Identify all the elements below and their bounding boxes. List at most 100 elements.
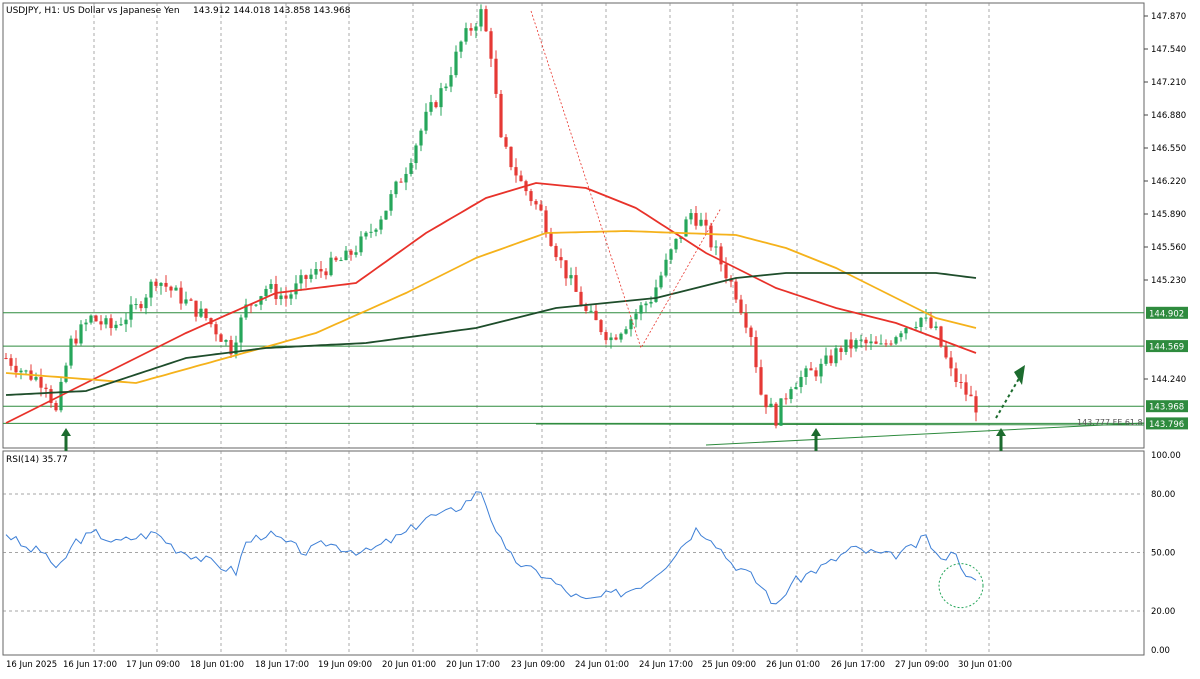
candle-bear: [874, 341, 878, 344]
candle-bull: [634, 313, 638, 320]
candle-bear: [334, 257, 338, 261]
candle-bull: [24, 370, 28, 372]
candle-bull: [384, 210, 388, 220]
candle-bull: [359, 236, 363, 253]
y-tick-label: 145.230: [1151, 276, 1186, 286]
candle-bear: [694, 213, 698, 226]
candle-bull: [804, 368, 808, 377]
y-tick-label: 146.220: [1151, 177, 1186, 187]
candle-bull: [339, 260, 343, 262]
price-axis: 147.870 147.540 147.210 146.880 146.550 146.2…: [1144, 12, 1186, 385]
candle-bear: [734, 281, 738, 300]
candle-bear: [189, 299, 193, 301]
rsi-tick-label: 50.00: [1151, 549, 1175, 559]
candle-bull: [639, 305, 643, 314]
x-tick-label: 27 Jun 09:00: [895, 660, 949, 670]
candle-bull: [379, 219, 383, 230]
candle-bear: [744, 312, 748, 328]
candle-bear: [39, 377, 43, 388]
candle-bear: [539, 204, 543, 211]
candle-bull: [114, 324, 118, 329]
candle-bull: [669, 249, 673, 260]
candle-bull: [429, 102, 433, 112]
candle-bull: [619, 333, 623, 340]
candle-bear: [349, 250, 353, 255]
candle-bear: [959, 381, 963, 383]
candle-bull: [569, 275, 573, 279]
main-pane-frame: [2, 2, 1145, 449]
candle-bull: [859, 339, 863, 341]
rsi-axis: 100.00 80.00 50.00 20.00 0.00: [1151, 451, 1181, 656]
candle-bear: [399, 181, 403, 183]
candle-bear: [939, 326, 943, 347]
time-axis: 16 Jun 2025 16 Jun 17:00 17 Jun 09:00 18 Ju…: [6, 660, 1012, 670]
candle-bear: [99, 321, 103, 325]
candle-bear: [109, 318, 113, 329]
candle-bull: [844, 339, 848, 353]
candle-bear: [514, 167, 518, 176]
candle-bull: [449, 75, 453, 87]
chart-svg: 147.870 147.540 147.210 146.880 146.550 146.2…: [2, 2, 1188, 670]
candle-bear: [509, 146, 513, 168]
candle-bear: [529, 191, 533, 202]
x-tick-label: 19 Jun 09:00: [318, 660, 372, 670]
candle-bull: [314, 268, 318, 275]
candle-bull: [879, 343, 883, 345]
candle-bear: [949, 357, 953, 369]
candle-bull: [609, 337, 613, 341]
candle-bull: [279, 295, 283, 300]
rsi-pane-frame: [2, 450, 1145, 656]
candle-bear: [614, 337, 618, 340]
level-tags: 144.902 144.569 143.968 143.796: [1146, 306, 1188, 430]
candle-bear: [839, 348, 843, 353]
level-tag-text: 144.902: [1149, 309, 1184, 319]
chart-window: 147.870 147.540 147.210 146.880 146.550 146.2…: [0, 0, 1200, 675]
candle-bull: [794, 387, 798, 390]
y-tick-label: 145.560: [1151, 243, 1186, 253]
candle-bear: [139, 304, 143, 309]
candle-bear: [574, 275, 578, 292]
y-tick-label: 147.540: [1151, 45, 1186, 55]
candle-bull: [129, 304, 133, 320]
candle-bull: [834, 348, 838, 364]
candle-bear: [9, 358, 13, 366]
candle-bull: [424, 111, 428, 131]
candle-bear: [549, 233, 553, 246]
rsi-tick-label: 80.00: [1151, 490, 1175, 500]
candle-bear: [319, 268, 323, 272]
candle-bull: [309, 274, 313, 279]
candle-bear: [724, 264, 728, 279]
candle-bull: [924, 317, 928, 319]
chart-header-symbol: USDJPY, H1: US Dollar vs Japanese Yen: [6, 6, 180, 16]
candle-bull: [119, 324, 123, 326]
candle-bear: [194, 300, 198, 317]
candle-bear: [284, 295, 288, 299]
candle-bull: [104, 318, 108, 325]
candle-bear: [774, 403, 778, 426]
candle-bear: [829, 355, 833, 364]
candle-bear: [204, 308, 208, 319]
candle-bull: [329, 257, 333, 276]
x-tick-label: 18 Jun 01:00: [190, 660, 244, 670]
candle-bull: [589, 310, 593, 312]
candle-bull: [479, 9, 483, 27]
candle-bear: [559, 257, 563, 261]
candle-bull: [89, 315, 93, 323]
candle-bull: [474, 26, 478, 31]
candle-bear: [544, 210, 548, 234]
candle-bear: [554, 245, 558, 258]
candle-bear: [954, 368, 958, 382]
candle-bear: [584, 306, 588, 311]
candle-bear: [324, 271, 328, 276]
candle-bear: [504, 137, 508, 147]
candle-bull: [159, 282, 163, 286]
candle-bear: [739, 299, 743, 313]
candle-bull: [34, 377, 38, 380]
candle-bear: [784, 398, 788, 400]
candle-bull: [919, 317, 923, 327]
level-tag-text: 143.796: [1149, 420, 1184, 430]
candle-bear: [44, 387, 48, 390]
chart-header-ohlc: 143.912 144.018 143.858 143.968: [193, 6, 351, 16]
candle-bull: [269, 284, 273, 289]
rsi-tick-label: 20.00: [1151, 607, 1175, 617]
